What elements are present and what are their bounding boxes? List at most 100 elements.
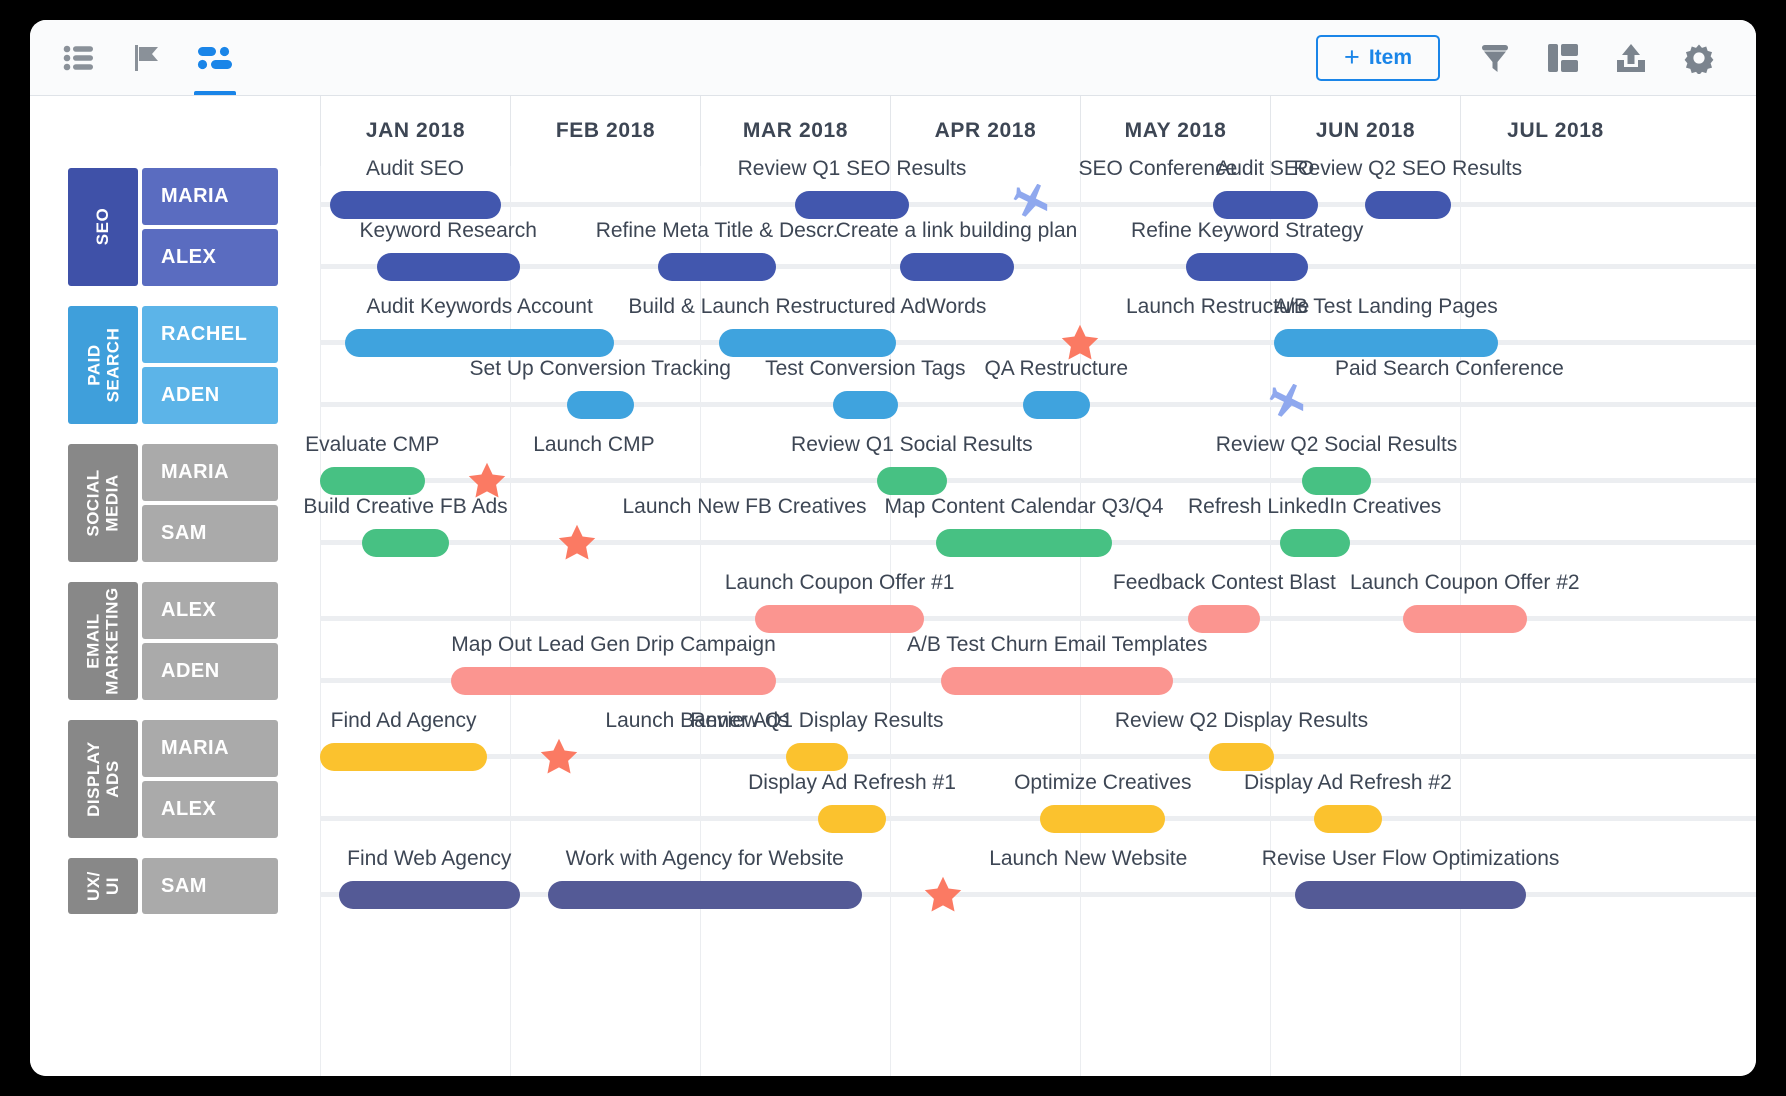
group-people-list: MARIAALEX xyxy=(142,168,278,286)
gantt-bar[interactable] xyxy=(877,467,947,495)
tab-timeline-view[interactable] xyxy=(186,20,244,95)
milestone-star-icon xyxy=(556,522,598,564)
gantt-bar[interactable] xyxy=(1295,881,1527,909)
sidebar-group-ux-ui[interactable]: UX/UISAM xyxy=(68,858,278,914)
sidebar-group-paid-search[interactable]: PAIDSEARCH RACHELADEN xyxy=(68,306,278,424)
gantt-bar[interactable] xyxy=(1280,529,1350,557)
group-people-list: SAM xyxy=(142,858,278,914)
gantt-bar-label: Launch Coupon Offer #1 xyxy=(725,572,955,593)
gantt-bar[interactable] xyxy=(1274,329,1498,357)
gantt-bar[interactable] xyxy=(1188,605,1260,633)
gantt-bar[interactable] xyxy=(1314,805,1382,833)
milestone-label: SEO Conference xyxy=(1079,158,1238,179)
gantt-bar[interactable] xyxy=(941,667,1173,695)
gantt-bar[interactable] xyxy=(719,329,896,357)
list-view-icon xyxy=(63,45,95,71)
gantt-bar[interactable] xyxy=(377,253,520,281)
row-baseline xyxy=(320,816,1756,821)
milestone-star[interactable] xyxy=(556,522,598,564)
row-baseline xyxy=(320,754,1756,759)
tab-list-view[interactable] xyxy=(50,20,108,95)
month-header-cell: JUN 2018 xyxy=(1270,96,1460,166)
gantt-bar-label: Work with Agency for Website xyxy=(566,848,844,869)
gantt-bar[interactable] xyxy=(567,391,634,419)
gantt-bar-label: Optimize Creatives xyxy=(1014,772,1191,793)
gantt-bar-label: Find Web Agency xyxy=(347,848,511,869)
timeline-month-header: JAN 2018FEB 2018MAR 2018APR 2018MAY 2018… xyxy=(30,96,1756,166)
person-row-label[interactable]: SAM xyxy=(142,858,278,914)
person-row-label[interactable]: ADEN xyxy=(142,367,278,424)
gantt-bar-label: Review Q1 SEO Results xyxy=(738,158,967,179)
gantt-bar[interactable] xyxy=(320,743,487,771)
gantt-bar[interactable] xyxy=(1186,253,1308,281)
person-row-label[interactable]: MARIA xyxy=(142,444,278,501)
gantt-bar[interactable] xyxy=(818,805,886,833)
gear-icon xyxy=(1683,42,1715,74)
gantt-bar[interactable] xyxy=(1365,191,1451,219)
toolbar-actions: + Item xyxy=(1316,27,1730,89)
milestone-star[interactable] xyxy=(538,736,580,778)
milestone-star[interactable] xyxy=(922,874,964,916)
milestone-label: Launch New Website xyxy=(989,848,1187,869)
gantt-bar[interactable] xyxy=(451,667,776,695)
gantt-bar-label: Refine Meta Title & Descr. xyxy=(596,220,839,241)
group-label-text: PAIDSEARCH xyxy=(84,328,122,403)
app-window: + Item xyxy=(30,20,1756,1076)
gantt-bar[interactable] xyxy=(795,191,909,219)
gantt-bar[interactable] xyxy=(1302,467,1370,495)
gantt-bar[interactable] xyxy=(345,329,615,357)
gantt-bar[interactable] xyxy=(320,467,425,495)
gantt-bar[interactable] xyxy=(833,391,898,419)
milestone-label: Launch New FB Creatives xyxy=(623,496,867,517)
layout-icon xyxy=(1547,42,1579,74)
sidebar-group-social-media[interactable]: SOCIALMEDIAMARIASAM xyxy=(68,444,278,562)
person-row-label[interactable]: MARIA xyxy=(142,720,278,777)
gantt-bar-label: Review Q1 Display Results xyxy=(690,710,943,731)
milestone-plane[interactable] xyxy=(1269,384,1309,424)
gantt-bar[interactable] xyxy=(548,881,862,909)
gantt-bar[interactable] xyxy=(786,743,849,771)
gantt-chart[interactable]: JAN 2018FEB 2018MAR 2018APR 2018MAY 2018… xyxy=(30,96,1756,1076)
gantt-bar[interactable] xyxy=(936,529,1113,557)
row-baseline xyxy=(320,892,1756,897)
gantt-bar[interactable] xyxy=(339,881,520,909)
gantt-bar[interactable] xyxy=(1209,743,1274,771)
gantt-bar[interactable] xyxy=(755,605,924,633)
month-header-cell: FEB 2018 xyxy=(510,96,700,166)
gantt-bar[interactable] xyxy=(658,253,776,281)
view-tab-group xyxy=(50,20,244,95)
export-button[interactable] xyxy=(1600,27,1662,89)
layout-button[interactable] xyxy=(1532,27,1594,89)
person-row-label[interactable]: MARIA xyxy=(142,168,278,225)
person-row-label[interactable]: ALEX xyxy=(142,582,278,639)
milestone-plane[interactable] xyxy=(1013,184,1053,224)
group-label: SOCIALMEDIA xyxy=(68,444,138,562)
gantt-bar[interactable] xyxy=(900,253,1014,281)
gantt-bar[interactable] xyxy=(362,529,449,557)
add-item-button[interactable]: + Item xyxy=(1316,35,1440,81)
tab-milestone-view[interactable] xyxy=(118,20,176,95)
filter-button[interactable] xyxy=(1464,27,1526,89)
settings-button[interactable] xyxy=(1668,27,1730,89)
sidebar-group-email-marketing[interactable]: EMAILMARKETINGALEXADEN xyxy=(68,582,278,700)
person-row-label[interactable]: ALEX xyxy=(142,781,278,838)
gantt-bar-label: Set Up Conversion Tracking xyxy=(470,358,731,379)
gantt-bar[interactable] xyxy=(1023,391,1090,419)
gantt-bar-label: Audit SEO xyxy=(366,158,464,179)
sidebar-group-seo[interactable]: SEOMARIAALEX xyxy=(68,168,278,286)
gantt-bar[interactable] xyxy=(330,191,501,219)
person-row-label[interactable]: ALEX xyxy=(142,229,278,286)
gantt-bar-label: Test Conversion Tags xyxy=(765,358,965,379)
person-row-label[interactable]: RACHEL xyxy=(142,306,278,363)
gantt-bar[interactable] xyxy=(1403,605,1527,633)
group-label: PAIDSEARCH xyxy=(68,306,138,424)
gantt-bar[interactable] xyxy=(1040,805,1165,833)
person-row-label[interactable]: ADEN xyxy=(142,643,278,700)
timeline-view-icon xyxy=(197,45,233,71)
plus-icon: + xyxy=(1344,44,1360,71)
sidebar-group-display-ads[interactable]: DISPLAYADSMARIAALEX xyxy=(68,720,278,838)
month-header-cell: JUL 2018 xyxy=(1460,96,1650,166)
person-row-label[interactable]: SAM xyxy=(142,505,278,562)
month-header-cell: MAY 2018 xyxy=(1080,96,1270,166)
gantt-bar[interactable] xyxy=(1213,191,1318,219)
